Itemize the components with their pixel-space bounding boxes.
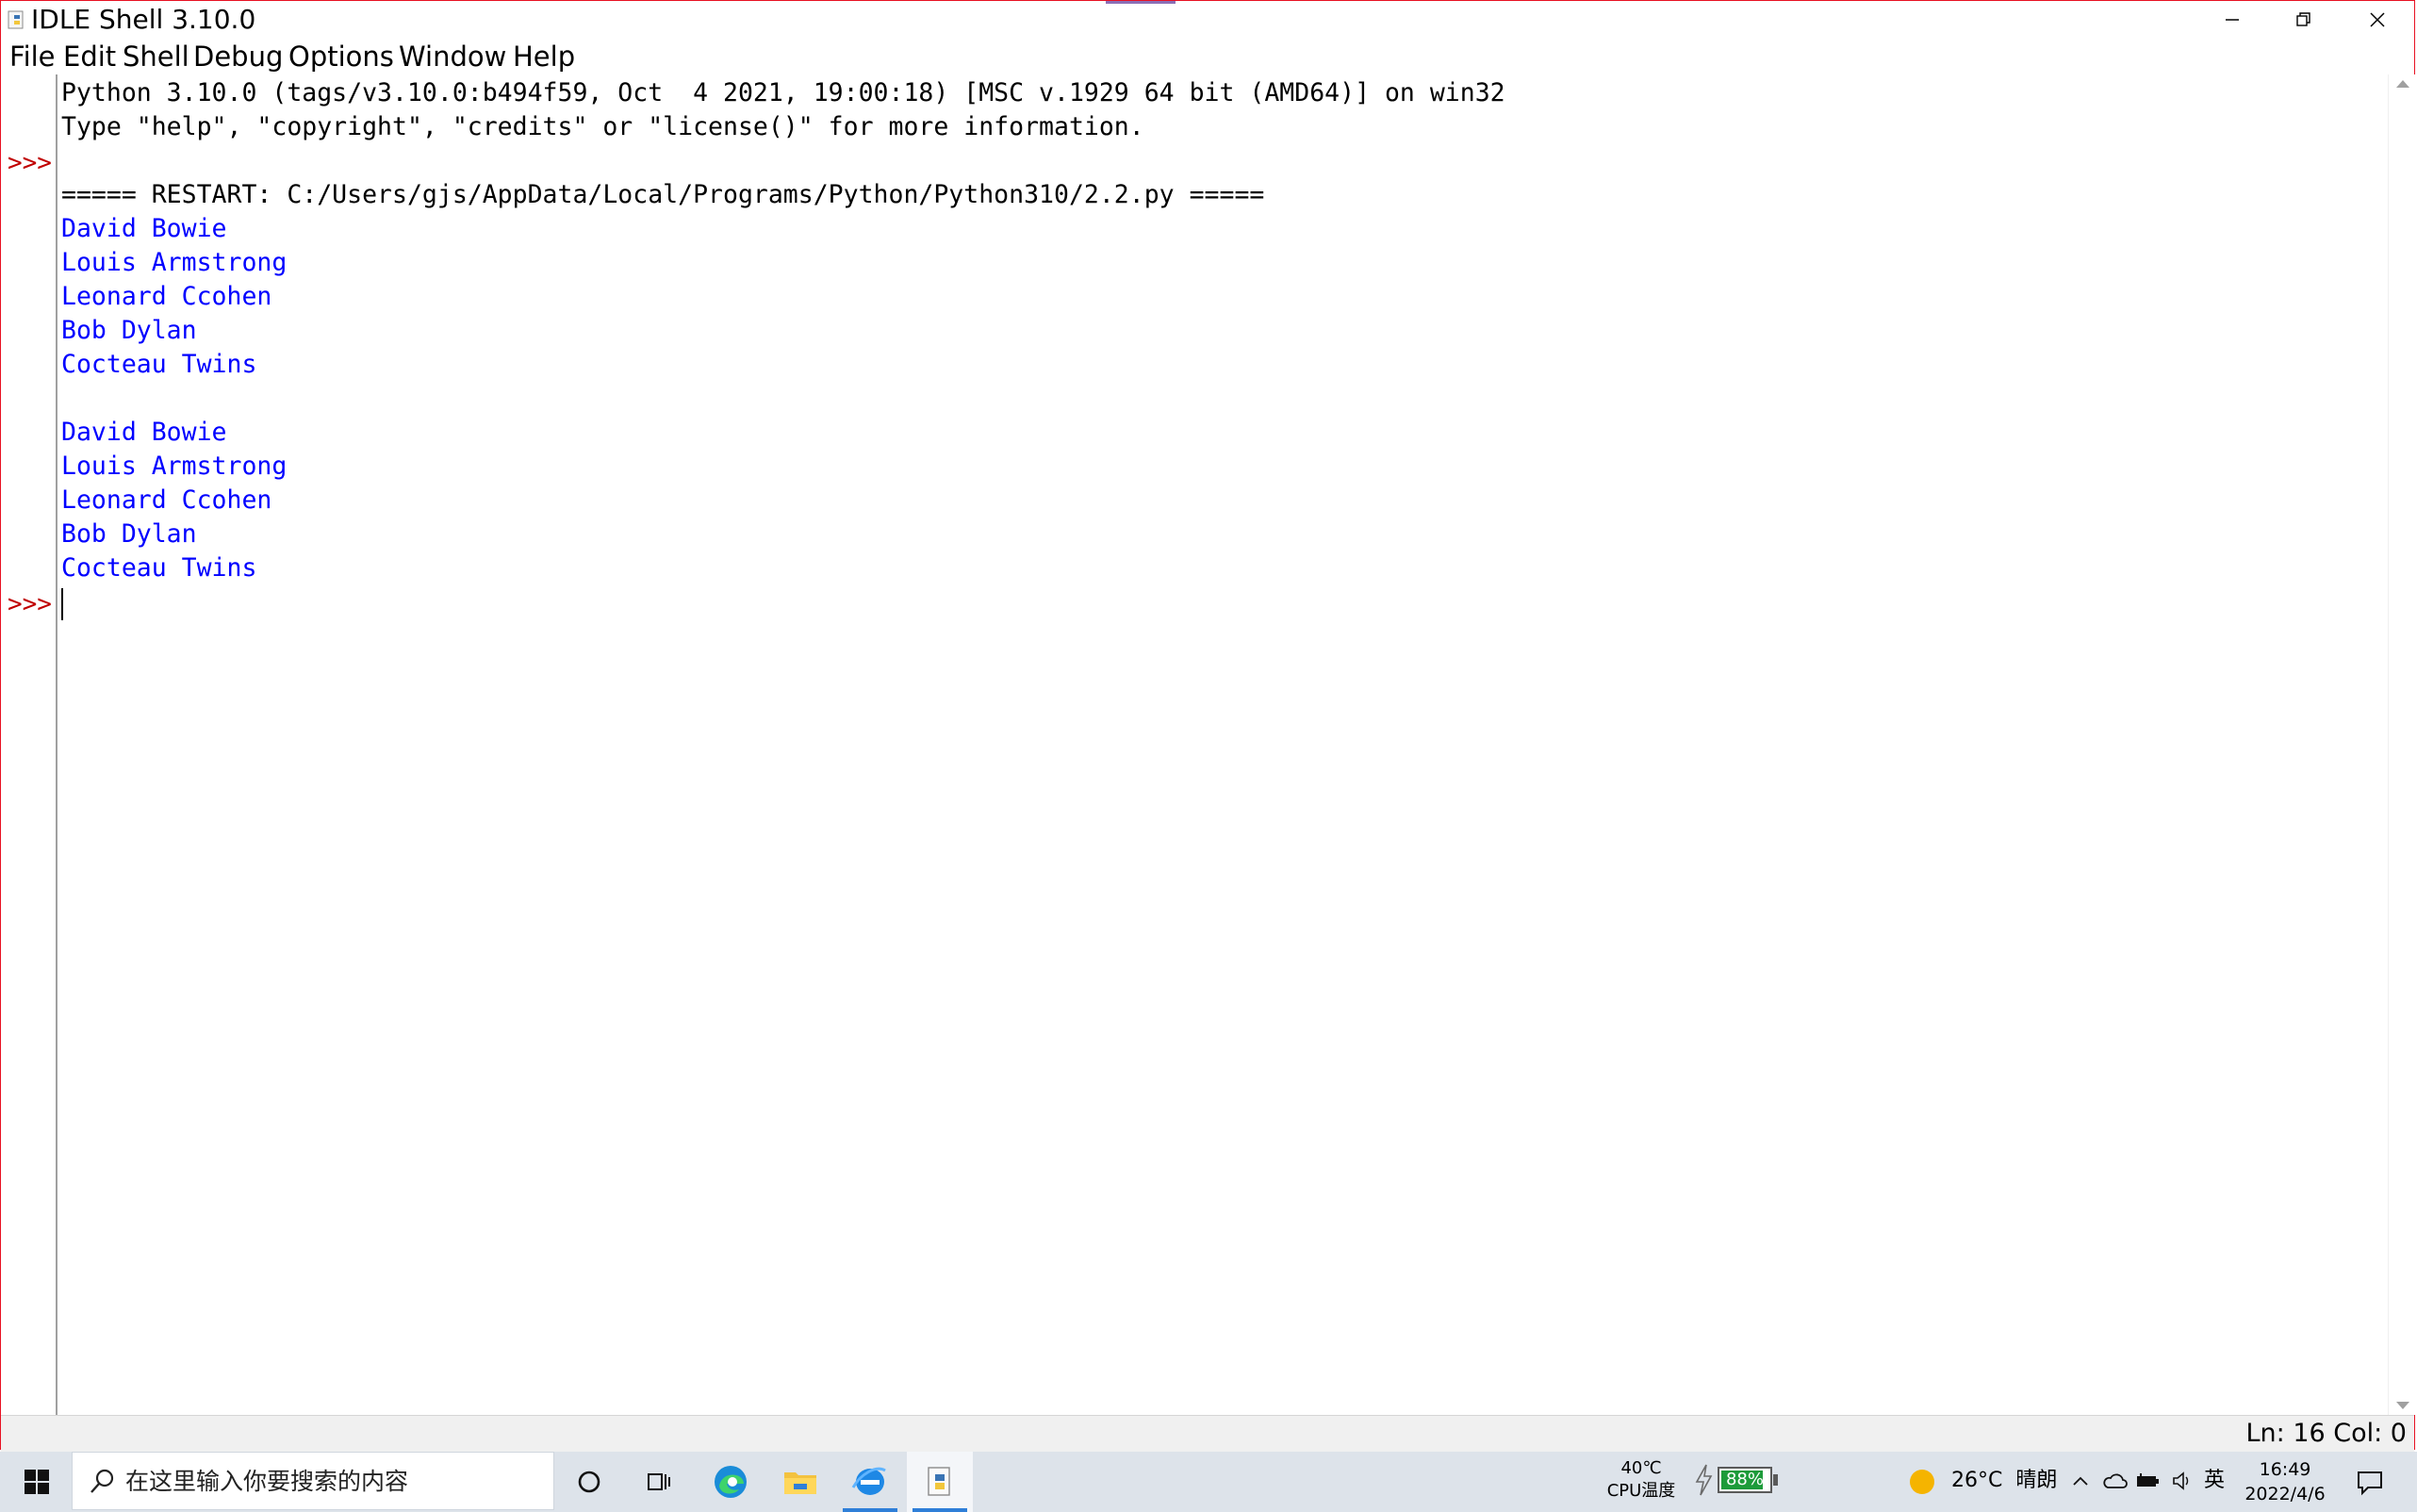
weather-widget[interactable]: 26°C 晴朗 [1951,1465,2057,1497]
output-line: Cocteau Twins [61,553,257,583]
battery-plug-icon [2137,1473,2159,1487]
minimize-button[interactable] [2197,1,2267,39]
chevron-up-icon [2073,1476,2088,1486]
restore-icon [2296,12,2310,26]
active-app-indicator [843,1508,897,1512]
weather-desc: 晴朗 [2015,1469,2058,1492]
shell-text-area[interactable]: Python 3.10.0 (tags/v3.10.0:b494f59, Oct… [58,74,2386,1415]
close-icon [2370,12,2385,27]
taskbar: 在这里输入你要搜索的内容 40℃ CPU温度 88% 26°C 晴朗 英 16:… [0,1452,2417,1512]
text-cursor [61,588,63,620]
output-line: Bob Dylan [61,519,197,549]
output-line: Leonard Ccohen [61,485,272,515]
close-button[interactable] [2343,1,2412,39]
active-app-indicator [913,1508,967,1512]
scroll-up-icon[interactable] [2396,80,2409,88]
title-accent-strip [1106,1,1176,4]
internet-explorer-icon [851,1467,886,1495]
prompt-gutter: >>> >>> [1,74,58,1415]
status-bar: Ln: 16 Col: 0 [1,1415,2414,1452]
ie-app-button[interactable] [837,1452,903,1512]
file-explorer-button[interactable] [767,1452,833,1512]
menu-bar: File Edit Shell Debug Options Window Hel… [1,39,2414,74]
windows-logo-icon [25,1470,49,1494]
vertical-scrollbar[interactable] [2388,74,2417,1415]
menu-file[interactable]: File [9,41,56,73]
task-view-button[interactable] [626,1452,692,1512]
restore-button[interactable] [2269,1,2339,39]
banner-help-line: Type "help", "copyright", "credits" or "… [61,112,1144,141]
power-button[interactable] [2134,1465,2162,1497]
menu-help[interactable]: Help [513,41,575,73]
sunny-weather-icon[interactable] [1910,1470,1934,1494]
shell-prompt-current: >>> [8,590,52,618]
output-line: Louis Armstrong [61,452,288,481]
cloud-icon [2103,1473,2128,1488]
title-bar[interactable]: IDLE Shell 3.10.0 [1,1,2414,39]
menu-options[interactable]: Options [288,41,394,73]
search-icon [90,1469,114,1493]
output-line: David Bowie [61,214,227,243]
menu-window[interactable]: Window [399,41,506,73]
weather-temp: 26°C [1951,1469,2003,1492]
folder-icon [784,1472,816,1494]
clock[interactable]: 16:49 2022/4/6 [2238,1457,2332,1506]
notification-icon[interactable] [2351,1463,2389,1501]
output-line: Bob Dylan [61,316,197,345]
battery-percent: 88% [1725,1470,1764,1489]
output-line: Leonard Ccohen [61,282,272,311]
taskbar-search-input[interactable]: 在这里输入你要搜索的内容 [72,1452,554,1510]
clock-date: 2022/4/6 [2244,1484,2326,1504]
volume-button[interactable] [2168,1465,2196,1497]
search-placeholder: 在这里输入你要搜索的内容 [125,1468,409,1495]
menu-debug[interactable]: Debug [193,41,283,73]
menu-edit[interactable]: Edit [63,41,116,73]
shell-prompt: >>> [8,149,52,177]
cortana-circle-icon [578,1471,600,1493]
restart-line: ===== RESTART: C:/Users/gjs/AppData/Loca… [61,180,1265,209]
battery-tip [1773,1474,1778,1486]
cursor-position: Ln: 16 Col: 0 [2245,1419,2407,1448]
onedrive-button[interactable] [2100,1465,2129,1497]
cpu-temperature-widget[interactable]: 40℃ CPU温度 [1599,1457,1684,1503]
output-line: Louis Armstrong [61,248,288,277]
clock-time: 16:49 [2259,1459,2311,1480]
idle-app-button[interactable] [907,1452,973,1512]
cpu-temp-value: 40℃ [1620,1458,1662,1478]
menu-shell[interactable]: Shell [123,41,189,73]
start-button[interactable] [4,1452,70,1512]
python-idle-icon [928,1467,950,1496]
cpu-temp-label: CPU温度 [1606,1481,1676,1501]
speaker-icon [2173,1471,2189,1490]
edge-app-button[interactable] [698,1452,764,1512]
minimize-icon [2226,19,2239,21]
cortana-button[interactable] [556,1452,622,1512]
scroll-down-icon[interactable] [2396,1402,2409,1409]
input-method-indicator[interactable]: 英 [2204,1465,2225,1497]
edge-browser-icon [715,1466,747,1498]
output-line: David Bowie [61,418,227,447]
battery-indicator[interactable]: 88% [1718,1467,1772,1493]
output-line: Cocteau Twins [61,350,257,379]
python-idle-icon [8,10,24,29]
idle-shell-window: IDLE Shell 3.10.0 File Edit Shell Debug … [0,0,2417,1452]
show-hidden-icons-button[interactable] [2066,1465,2095,1497]
task-view-icon [648,1473,670,1490]
charging-bolt-icon [1695,1464,1713,1496]
window-title: IDLE Shell 3.10.0 [31,4,256,35]
banner-line: Python 3.10.0 (tags/v3.10.0:b494f59, Oct… [61,78,1505,107]
